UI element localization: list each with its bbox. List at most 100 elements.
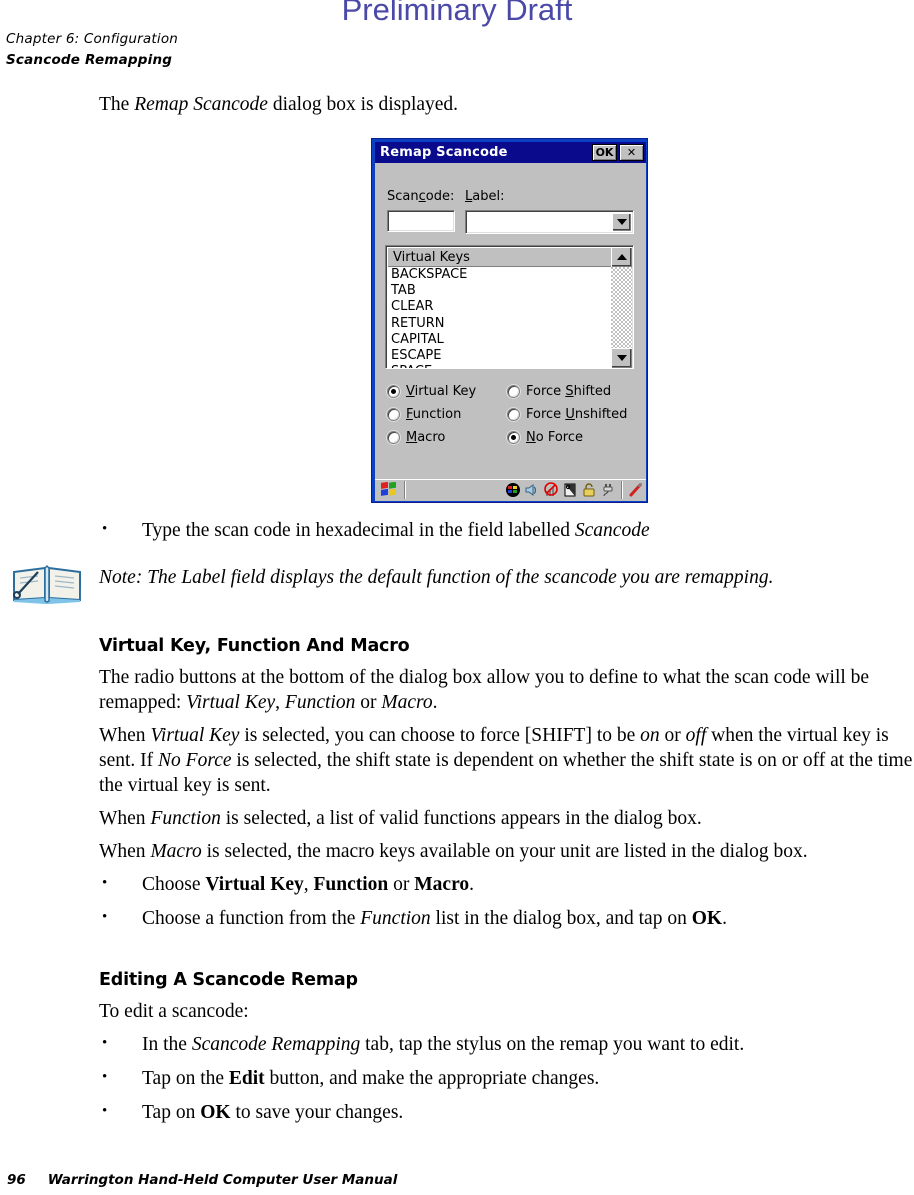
p2-text-b: is selected, you can choose to force [SH…	[239, 725, 641, 746]
e2-bold-edit: Edit	[228, 1068, 265, 1089]
bullet-text-italic: Scancode	[574, 520, 650, 541]
dialog-close-button[interactable]: ✕	[619, 144, 644, 161]
radio-force-unshifted[interactable]: Force Unshifted	[507, 407, 627, 422]
b1-bold-macro: Macro	[414, 874, 470, 895]
radio-indicator-force-shifted[interactable]	[507, 385, 520, 398]
b2-bold-ok: OK	[691, 908, 723, 929]
p4-text-a: When	[99, 841, 151, 862]
listbox-column-header: Virtual Keys	[387, 247, 612, 267]
paragraph-virtual-key-shift: When Virtual Key is selected, you can ch…	[99, 723, 914, 798]
p2-italic-virtual-key: Virtual Key	[150, 725, 240, 746]
e1-text-b: tab, tap the stylus on the remap you wan…	[360, 1034, 745, 1055]
radio-label-force-shifted: Force Shifted	[526, 384, 612, 399]
paragraph-macro-selected: When Macro is selected, the macro keys a…	[99, 839, 914, 864]
p2-italic-no-force: No Force	[158, 750, 232, 771]
e2-text-b: button, and make the appropriate changes…	[264, 1068, 600, 1089]
radio-label-virtual-key: Virtual Key	[406, 384, 477, 399]
intro-paragraph-block: The Remap Scancode dialog box is display…	[99, 92, 914, 125]
radio-macro[interactable]: Macro	[387, 430, 507, 445]
label-combobox[interactable]	[465, 210, 634, 234]
radio-row: Function Force Unshifted	[387, 407, 637, 422]
radio-no-force[interactable]: No Force	[507, 430, 583, 445]
radio-indicator-macro[interactable]	[387, 431, 400, 444]
p2-italic-off: off	[685, 725, 707, 746]
radio-force-shifted[interactable]: Force Shifted	[507, 384, 611, 399]
e3-text-b: to save your changes.	[230, 1102, 404, 1123]
p3-text-a: When	[99, 808, 151, 829]
section-heading-editing: Editing A Scancode Remap	[99, 970, 358, 990]
manual-title: Warrington Hand-Held Computer User Manua…	[47, 1172, 398, 1188]
radio-indicator-force-unshifted[interactable]	[507, 408, 520, 421]
listbox-item[interactable]: CAPITAL	[387, 332, 612, 348]
e2-text-a: Tap on the	[142, 1068, 229, 1089]
p2-text-a: When	[99, 725, 151, 746]
listbox-item[interactable]: CLEAR	[387, 299, 612, 315]
e1-italic-scancode-remapping: Scancode Remapping	[191, 1034, 361, 1055]
e3-bold-ok: OK	[200, 1102, 231, 1123]
no-signal-icon[interactable]	[543, 482, 559, 498]
chevron-down-icon[interactable]	[612, 213, 631, 231]
b2-text-c: .	[722, 908, 727, 929]
scrollbar-track[interactable]	[611, 267, 632, 348]
p1-text-c: or	[355, 692, 382, 713]
type-scancode-bullet-block: Type the scan code in hexadecimal in the…	[99, 517, 914, 552]
b1-text-c: or	[388, 874, 415, 895]
color-wheel-icon[interactable]	[505, 482, 521, 498]
dialog-ok-button[interactable]: OK	[592, 144, 617, 161]
scroll-up-button[interactable]	[611, 247, 632, 267]
intro-paragraph: The Remap Scancode dialog box is display…	[99, 92, 914, 117]
listbox-item[interactable]: ESCAPE	[387, 348, 612, 364]
p1-italic-virtual-key: Virtual Key	[186, 692, 276, 713]
scancode-input[interactable]	[387, 210, 455, 232]
listbox-item[interactable]: BACKSPACE	[387, 267, 612, 283]
listbox-item[interactable]: SPACE	[387, 364, 612, 368]
b1-text-b: ,	[303, 874, 314, 895]
note-block: Note: The Label field displays the defau…	[0, 556, 914, 612]
bullet-choose-type: Choose Virtual Key, Function or Macro.	[99, 871, 914, 897]
bullet-type-scancode: Type the scan code in hexadecimal in the…	[99, 517, 914, 543]
scancode-field-label: Scancode:	[387, 189, 455, 204]
radio-indicator-function[interactable]	[387, 408, 400, 421]
radio-indicator-no-force[interactable]	[507, 431, 520, 444]
page-number: 96	[7, 1172, 26, 1188]
bullet-tap-remap: In the Scancode Remapping tab, tap the s…	[99, 1031, 914, 1057]
section-heading-vkfm: Virtual Key, Function And Macro	[99, 636, 410, 656]
b2-italic-function: Function	[360, 908, 431, 929]
radio-label-no-force: No Force	[526, 430, 583, 445]
open-book-note-icon	[12, 564, 82, 604]
p3-italic-function: Function	[150, 808, 221, 829]
radio-function[interactable]: Function	[387, 407, 507, 422]
listbox-items[interactable]: BACKSPACETABCLEARRETURNCAPITALESCAPESPAC…	[387, 267, 612, 368]
radio-indicator-virtual-key[interactable]	[387, 385, 400, 398]
paragraph-function-selected: When Function is selected, a list of val…	[99, 806, 914, 831]
bullet-list: Type the scan code in hexadecimal in the…	[99, 517, 914, 543]
virtual-keys-listbox[interactable]: Virtual Keys BACKSPACE TAB CLEAR RETURN CAPI…	[385, 245, 634, 369]
p1-text-d: .	[432, 692, 438, 713]
b1-bold-function: Function	[313, 874, 389, 895]
windows-start-flag-icon[interactable]	[376, 480, 402, 500]
scroll-down-button[interactable]	[611, 348, 632, 368]
storage-card-icon[interactable]	[562, 482, 578, 498]
radio-row: Macro No Force	[387, 430, 637, 445]
radio-virtual-key[interactable]: Virtual Key	[387, 384, 507, 399]
dialog-titlebar: Remap Scancode OK ✕	[375, 142, 646, 163]
bullet-choose-function: Choose a function from the Function list…	[99, 905, 914, 931]
power-plug-icon[interactable]	[600, 482, 616, 498]
listbox-scrollbar[interactable]	[611, 247, 632, 368]
padlock-icon[interactable]	[581, 482, 597, 498]
listbox-item[interactable]: RETURN	[387, 316, 612, 332]
listbox-item[interactable]: TAB	[387, 283, 612, 299]
p1-italic-function: Function	[284, 692, 356, 713]
stylus-pen-icon[interactable]	[628, 482, 644, 498]
b2-text-b: list in the dialog box, and tap on	[430, 908, 692, 929]
section-editing-scancode-remap: Editing A Scancode Remap To edit a scanc…	[99, 970, 914, 1134]
tray-divider	[621, 481, 623, 499]
remap-type-radio-group: Virtual Key Force Shifted Function Force	[387, 384, 637, 453]
running-header-chapter: Chapter 6: Configuration	[6, 31, 179, 47]
bullet-list-editing: In the Scancode Remapping tab, tap the s…	[99, 1031, 914, 1125]
dialog-inner-frame: Remap Scancode OK ✕ Scancode: Label: Vir…	[375, 142, 646, 501]
speaker-volume-icon[interactable]	[524, 482, 540, 498]
p1-italic-macro: Macro	[381, 692, 433, 713]
p4-text-b: is selected, the macro keys available on…	[201, 841, 808, 862]
b1-bold-virtual-key: Virtual Key	[205, 874, 304, 895]
